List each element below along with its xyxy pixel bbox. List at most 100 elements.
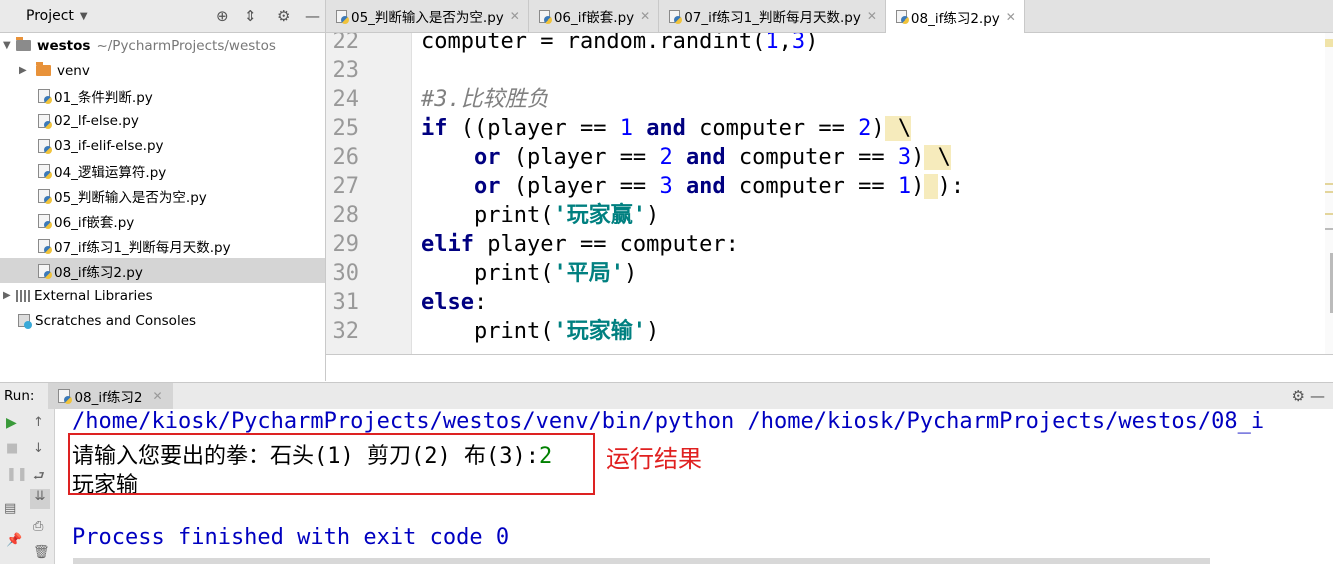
close-icon[interactable]: ✕	[1006, 10, 1016, 24]
code-token: computer ==	[725, 174, 898, 199]
pause-icon[interactable]: ❚❚	[6, 467, 28, 482]
tab-06[interactable]: 06_if嵌套.py ✕	[529, 0, 660, 32]
console-command: /home/kiosk/PycharmProjects/westos/venv/…	[72, 409, 1265, 434]
tree-item-file[interactable]: 05_判断输入是否为空.py	[0, 183, 325, 208]
folder-icon	[36, 62, 51, 76]
warning-marker[interactable]	[1325, 39, 1333, 47]
tree-item-file[interactable]: 07_if练习1_判断每月天数.py	[0, 233, 325, 258]
scroll-to-end-icon[interactable]: ⇊	[30, 489, 50, 509]
tab-07[interactable]: 07_if练习1_判断每月天数.py ✕	[659, 0, 886, 32]
code-warning: \	[924, 145, 951, 170]
tree-item-file[interactable]: 04_逻辑运算符.py	[0, 158, 325, 183]
caret-marker[interactable]	[1325, 228, 1333, 230]
keyword: and	[646, 116, 686, 141]
target-icon[interactable]: ⊕	[216, 7, 229, 25]
python-file-icon	[38, 238, 52, 254]
tab-label: 05_判断输入是否为空.py	[351, 10, 504, 26]
python-file-icon	[336, 9, 349, 24]
code-content[interactable]: computer = random.randint(1,3) #3.比较胜负 i…	[421, 33, 1321, 354]
editor-tab-bar: 05_判断输入是否为空.py ✕ 06_if嵌套.py ✕ 07_if练习1_判…	[326, 0, 1333, 33]
code-line: or (player == 3 and computer == 1) ):	[421, 172, 964, 201]
code-token: ((player ==	[447, 116, 620, 141]
number-literal: 2	[858, 116, 872, 141]
project-view-selector[interactable]: Project ▼	[0, 8, 88, 24]
result-annotation: 运行结果	[606, 445, 702, 473]
code-warning	[924, 174, 938, 199]
code-token: print(	[473, 319, 554, 344]
string-literal: '玩家输'	[553, 319, 646, 344]
tree-item-label: 05_判断输入是否为空.py	[54, 189, 207, 206]
run-tab-label: 08_if练习2	[74, 390, 143, 406]
tree-item-file[interactable]: 03_if-elif-else.py	[0, 133, 325, 158]
trash-icon[interactable]: 🗑	[33, 545, 50, 560]
number-literal: 1	[897, 174, 912, 199]
tab-08-active[interactable]: 08_if练习2.py ✕	[885, 0, 1025, 33]
expand-arrow-icon[interactable]: ▼	[3, 40, 11, 51]
line-number: 28	[332, 203, 360, 228]
run-toolbar: ▶ ↑ ■ ↓ ❚❚ ⮐ ⇊ ▤ ⎙ 📌 🗑	[0, 409, 55, 564]
tree-item-scratches[interactable]: Scratches and Consoles	[0, 308, 325, 333]
tree-item-file[interactable]: 01_条件判断.py	[0, 83, 325, 108]
code-line: print('玩家输')	[421, 317, 659, 346]
tree-item-westos[interactable]: ▼ westos ~/PycharmProjects/westos	[0, 33, 325, 58]
hide-panel-icon[interactable]: —	[305, 7, 320, 25]
scratches-icon	[18, 314, 32, 329]
line-number: 25	[332, 116, 360, 141]
keyword: and	[685, 145, 726, 170]
code-token: )	[645, 203, 660, 228]
layout-icon[interactable]: ▤	[4, 501, 16, 516]
tree-item-label: External Libraries	[34, 287, 153, 304]
scroll-up-icon[interactable]: ↑	[33, 415, 44, 430]
tree-item-file[interactable]: 06_if嵌套.py	[0, 208, 325, 233]
horizontal-scrollbar[interactable]	[73, 558, 1210, 564]
number-literal: 1	[765, 33, 779, 54]
number-literal: 3	[659, 174, 673, 199]
close-icon[interactable]: ✕	[867, 9, 877, 23]
python-file-icon	[38, 113, 52, 129]
tree-item-label: 02_lf-else.py	[54, 112, 139, 129]
scroll-down-icon[interactable]: ↓	[33, 441, 44, 456]
project-panel-title: Project	[26, 8, 74, 24]
code-line: elif player == computer:	[421, 230, 739, 259]
code-editor[interactable]: 22 23 24 25 26 27 28 29 30 31 32 compute…	[326, 33, 1333, 355]
soft-wrap-icon[interactable]: ⮐	[33, 467, 45, 489]
rerun-icon[interactable]: ▶	[6, 415, 17, 431]
close-icon[interactable]: ✕	[640, 9, 650, 23]
code-token: ):	[937, 174, 965, 199]
gear-icon[interactable]: ⚙	[277, 7, 290, 25]
code-line: if ((player == 1 and computer == 2) \	[421, 114, 912, 143]
pin-icon[interactable]: 📌	[6, 533, 22, 548]
project-panel-header: Project ▼ ⊕ ⇕ ⚙ —	[0, 0, 325, 33]
line-number: 29	[332, 232, 360, 257]
project-tree: ▼ westos ~/PycharmProjects/westos ▶ venv…	[0, 33, 325, 333]
code-token: print(	[473, 261, 554, 286]
tree-item-label: 01_条件判断.py	[54, 89, 153, 106]
close-icon[interactable]: ✕	[152, 389, 162, 403]
number-literal: 3	[897, 145, 912, 170]
code-token: )	[911, 174, 925, 199]
tree-item-file[interactable]: 02_lf-else.py	[0, 108, 325, 133]
run-console[interactable]: /home/kiosk/PycharmProjects/westos/venv/…	[55, 409, 1333, 564]
collapse-arrow-icon[interactable]: ▶	[19, 65, 27, 76]
print-icon[interactable]: ⎙	[33, 519, 43, 534]
tree-item-venv[interactable]: ▶ venv	[0, 58, 325, 83]
collapse-arrow-icon[interactable]: ▶	[3, 290, 11, 301]
run-tab[interactable]: 08_if练习2 ✕	[48, 383, 173, 409]
stop-icon[interactable]: ■	[6, 441, 18, 456]
tree-item-file-selected[interactable]: 08_if练习2.py	[0, 258, 325, 283]
keyword: or	[473, 145, 501, 170]
warning-marker[interactable]	[1325, 183, 1333, 185]
error-stripe[interactable]	[1325, 33, 1333, 354]
gear-icon[interactable]: ⚙	[1292, 387, 1305, 405]
warning-marker[interactable]	[1325, 213, 1333, 215]
tree-item-external-libraries[interactable]: ▶ External Libraries	[0, 283, 325, 308]
python-file-icon	[38, 263, 52, 279]
hide-panel-icon[interactable]: —	[1310, 387, 1325, 405]
tab-05[interactable]: 05_判断输入是否为空.py ✕	[326, 0, 529, 32]
keyword: and	[685, 174, 726, 199]
line-number: 27	[332, 174, 360, 199]
close-icon[interactable]: ✕	[510, 9, 520, 23]
warning-marker[interactable]	[1325, 191, 1333, 193]
collapse-all-icon[interactable]: ⇕	[244, 7, 257, 25]
chevron-down-icon: ▼	[79, 10, 88, 22]
